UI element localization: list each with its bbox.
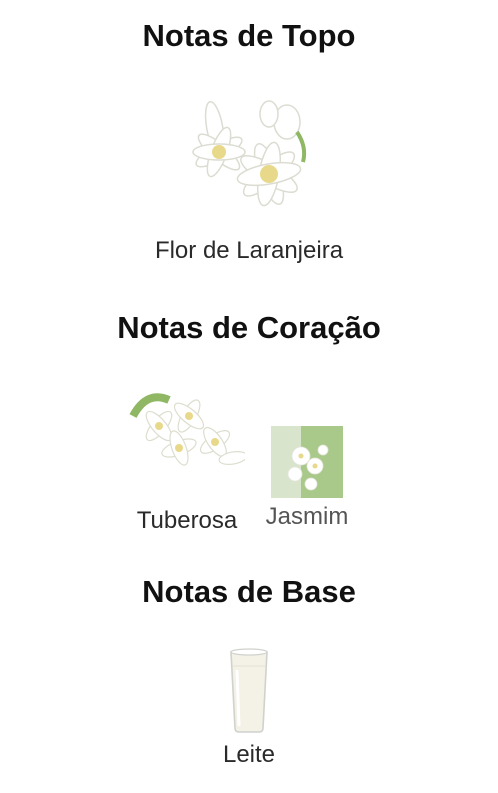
- jasmine-image: [271, 426, 343, 498]
- base-notes-heading: Notas de Base: [142, 574, 356, 609]
- note-label: Jasmim: [265, 503, 349, 530]
- note-jasmine: Jasmim: [254, 426, 360, 532]
- note-tuberose: Tuberosa: [126, 386, 248, 536]
- note-label: Leite: [222, 741, 276, 768]
- note-orange-blossom: Flor de Laranjeira: [124, 92, 374, 266]
- top-notes-heading: Notas de Topo: [142, 18, 356, 53]
- note-label: Tuberosa: [136, 507, 238, 534]
- note-milk: Leite: [184, 648, 314, 770]
- milk-glass-image: [230, 648, 268, 733]
- orange-blossom-image: [192, 100, 307, 207]
- heart-notes-heading: Notas de Coração: [117, 310, 381, 345]
- tuberose-image: [129, 393, 245, 466]
- note-label: Flor de Laranjeira: [154, 237, 344, 264]
